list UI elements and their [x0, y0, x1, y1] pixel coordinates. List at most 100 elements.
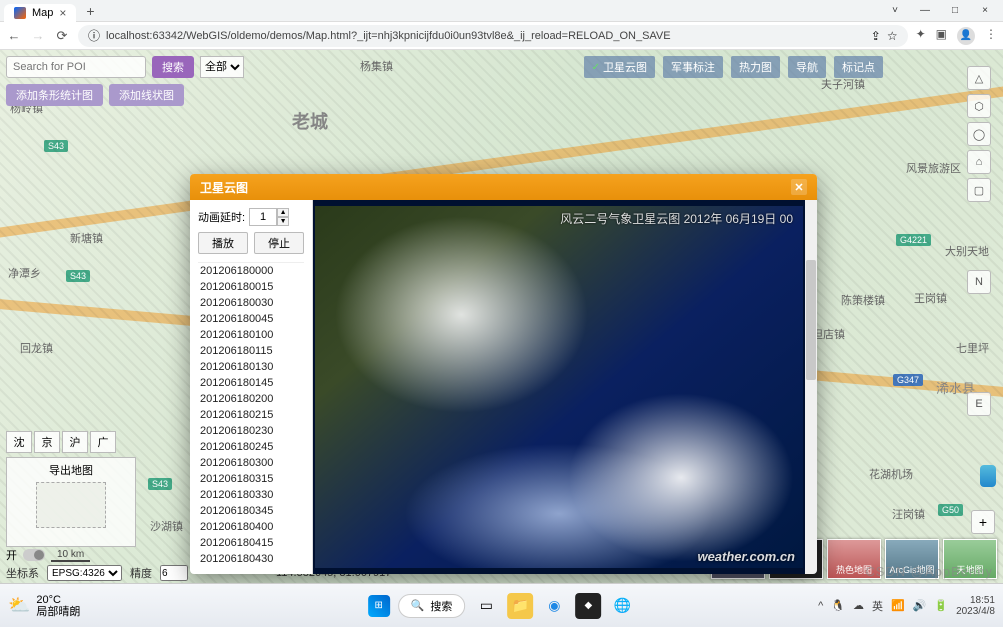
basemap-option[interactable]: 热色地图: [827, 539, 881, 579]
map-tool-icon[interactable]: ▢: [967, 178, 991, 202]
profile-avatar[interactable]: 👤: [957, 27, 975, 45]
address-bar[interactable]: ⓘ localhost:63342/WebGIS/oldemo/demos/Ma…: [78, 25, 908, 47]
new-tab-button[interactable]: +: [80, 3, 100, 19]
volume-icon[interactable]: 🔊: [913, 599, 927, 612]
share-icon[interactable]: ⇪: [871, 29, 881, 43]
city-bookmark[interactable]: 京: [34, 431, 60, 453]
timestamp-item[interactable]: 201206180200: [198, 391, 304, 407]
poi-search-input[interactable]: [6, 56, 146, 78]
spinner-down-icon[interactable]: ▼: [277, 217, 289, 226]
map-tool-icon[interactable]: ⬡: [967, 94, 991, 118]
dialog-scrollbar[interactable]: [805, 200, 817, 574]
tray-chevron-icon[interactable]: ^: [818, 600, 823, 612]
battery-icon[interactable]: 🔋: [934, 599, 948, 612]
timestamp-item[interactable]: 201206180100: [198, 327, 304, 343]
extensions-icon[interactable]: ✦: [916, 27, 926, 45]
taskbar-clock[interactable]: 18:51 2023/4/8: [956, 595, 995, 617]
export-map-panel[interactable]: 导出地图: [6, 457, 136, 547]
search-button[interactable]: 搜索: [152, 56, 194, 78]
start-button-icon[interactable]: ⊞: [368, 595, 390, 617]
coord-sys-select[interactable]: EPSG:4326: [47, 565, 122, 581]
tab-close-icon[interactable]: ×: [59, 6, 66, 20]
map-tool-icon[interactable]: △: [967, 66, 991, 90]
city-bookmark[interactable]: 沪: [62, 431, 88, 453]
timestamp-item[interactable]: 201206180400: [198, 519, 304, 535]
taskbar-search[interactable]: 🔍 搜索: [398, 594, 466, 618]
play-button[interactable]: 播放: [198, 232, 248, 254]
timestamp-item[interactable]: 201206180030: [198, 295, 304, 311]
stop-button[interactable]: 停止: [254, 232, 304, 254]
map-tool-icon[interactable]: ⌂: [967, 150, 991, 174]
floating-widget-icon[interactable]: [980, 465, 996, 487]
spinner-up-icon[interactable]: ▲: [277, 208, 289, 217]
precision-label: 精度: [130, 565, 152, 581]
city-bookmark[interactable]: 广: [90, 431, 116, 453]
timestamp-item[interactable]: 201206180045: [198, 311, 304, 327]
zoom-in-button[interactable]: +: [971, 510, 995, 534]
layer-toggle-satellite[interactable]: ✓卫星云图: [584, 56, 655, 78]
timestamp-item[interactable]: 201206180215: [198, 407, 304, 423]
window-close-icon[interactable]: ×: [971, 5, 999, 16]
edge-icon[interactable]: ◉: [541, 593, 567, 619]
timestamp-item[interactable]: 201206180415: [198, 535, 304, 551]
taskbar-weather-widget[interactable]: ⛅ 20°C 局部晴朗: [8, 594, 80, 618]
add-bar-chart-button[interactable]: 添加条形统计图: [6, 84, 103, 106]
layer-toggle-military[interactable]: 军事标注: [663, 56, 723, 78]
delay-spinner-input[interactable]: [249, 208, 277, 226]
ime-indicator[interactable]: 英: [872, 598, 883, 614]
layer-toggle-nav[interactable]: 导航: [788, 56, 826, 78]
dialog-titlebar[interactable]: 卫星云图 ✕: [190, 174, 817, 200]
timestamp-item[interactable]: 201206180315: [198, 471, 304, 487]
chevron-down-icon[interactable]: ˅: [881, 5, 909, 16]
timestamp-item[interactable]: 201206180430: [198, 551, 304, 566]
window-minimize-icon[interactable]: —: [911, 5, 939, 16]
kebab-menu-icon[interactable]: ⋮: [985, 27, 997, 45]
map-tool-icon[interactable]: ◯: [967, 122, 991, 146]
compass-east-icon[interactable]: E: [967, 392, 991, 416]
explorer-icon[interactable]: 📁: [507, 593, 533, 619]
compass-north-icon[interactable]: N: [967, 270, 991, 294]
scrollbar-thumb[interactable]: [806, 260, 816, 380]
nav-reload-icon[interactable]: ⟳: [54, 28, 70, 44]
add-line-chart-button[interactable]: 添加线状图: [109, 84, 184, 106]
task-view-icon[interactable]: ▭: [473, 593, 499, 619]
map-place-label: 花湖机场: [869, 466, 913, 482]
window-maximize-icon[interactable]: □: [941, 5, 969, 16]
timestamp-item[interactable]: 201206180000: [198, 263, 304, 279]
browser-tab-strip: Map × + ˅ — □ ×: [0, 0, 1003, 22]
timestamp-item[interactable]: 201206180245: [198, 439, 304, 455]
timestamp-list[interactable]: 2012061800002012061800152012061800302012…: [198, 262, 304, 566]
timestamp-item[interactable]: 201206180345: [198, 503, 304, 519]
timestamp-item[interactable]: 201206180230: [198, 423, 304, 439]
basemap-option[interactable]: ArcGis地图: [885, 539, 939, 579]
bookmark-star-icon[interactable]: ☆: [887, 29, 898, 43]
nav-back-icon[interactable]: ←: [6, 28, 22, 43]
dialog-close-icon[interactable]: ✕: [791, 179, 807, 195]
basemap-option[interactable]: 天地图: [943, 539, 997, 579]
extensions-menu-icon[interactable]: ▣: [936, 27, 947, 45]
category-select[interactable]: 全部: [200, 56, 244, 78]
timestamp-item[interactable]: 201206180145: [198, 375, 304, 391]
map-toggle-switch[interactable]: [23, 549, 45, 561]
timestamp-item[interactable]: 201206180130: [198, 359, 304, 375]
delay-row: 动画延时: ▲ ▼: [198, 208, 304, 226]
layer-toggle-markers[interactable]: 标记点: [834, 56, 883, 78]
map-canvas[interactable]: 杨岭镇 新塘镇 净潭乡 回龙镇 沙湖镇 老城 新沟镇 杨集镇 蕲春谷都市农业产业…: [0, 50, 1003, 583]
chrome-icon[interactable]: 🌐: [609, 593, 635, 619]
timestamp-item[interactable]: 201206180015: [198, 279, 304, 295]
browser-tab[interactable]: Map ×: [4, 4, 76, 22]
timestamp-item[interactable]: 201206180300: [198, 455, 304, 471]
layer-toggle-heatmap[interactable]: 热力图: [731, 56, 780, 78]
timestamp-item[interactable]: 201206180115: [198, 343, 304, 359]
site-info-icon[interactable]: ⓘ: [88, 27, 100, 44]
city-bookmark[interactable]: 沈: [6, 431, 32, 453]
taskbar-search-label: 搜索: [430, 598, 452, 614]
timestamp-item[interactable]: 201206180330: [198, 487, 304, 503]
precision-input[interactable]: [160, 565, 188, 581]
wifi-icon[interactable]: 📶: [891, 599, 905, 612]
ide-icon[interactable]: ◆: [575, 593, 601, 619]
tray-app-icon[interactable]: 🐧: [831, 599, 845, 612]
dialog-body: 动画延时: ▲ ▼ 播放 停止 201206180000201206180015…: [190, 200, 817, 574]
tray-cloud-icon[interactable]: ☁: [853, 599, 864, 612]
taskbar-center: ⊞ 🔍 搜索 ▭ 📁 ◉ ◆ 🌐: [368, 593, 636, 619]
